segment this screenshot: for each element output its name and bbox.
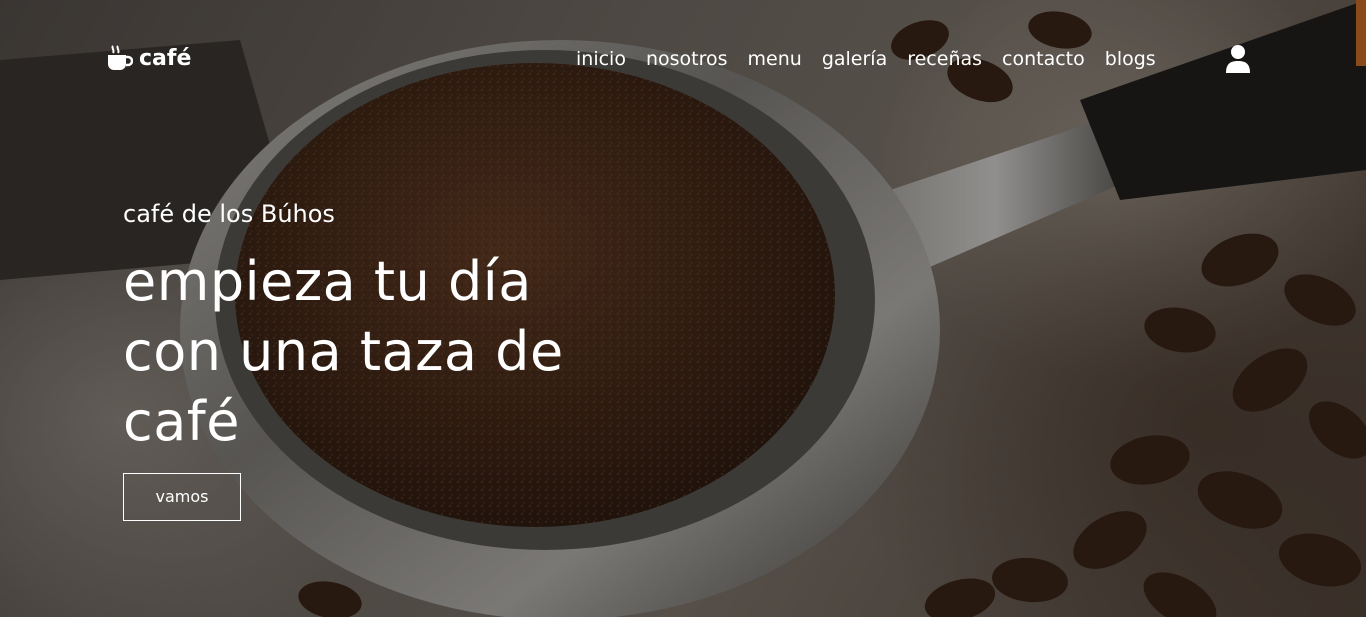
nav-item-contacto[interactable]: contacto [992, 46, 1095, 72]
nav-item-nosotros[interactable]: nosotros [636, 46, 738, 72]
coffee-cup-icon [108, 45, 133, 70]
hero-headline-line-1: empieza tu día [123, 250, 532, 313]
vamos-button[interactable]: vamos [123, 473, 241, 521]
nav-item-galeria[interactable]: galería [812, 46, 897, 72]
hero-content: café de los Búhos empieza tu día con una… [123, 197, 683, 521]
hero-headline-line-3: café [123, 390, 241, 453]
brand-logo[interactable]: café [107, 44, 191, 72]
nav-item-blogs[interactable]: blogs [1095, 46, 1166, 72]
brand-name: café [139, 45, 192, 71]
nav-item-recenas[interactable]: receñas [897, 46, 992, 72]
hero-headline: empieza tu día con una taza de café [123, 247, 683, 457]
hero-headline-line-2: con una taza de [123, 320, 564, 383]
nav-item-menu[interactable]: menu [738, 46, 812, 72]
navbar: café inicio nosotros menu galería receña… [0, 0, 1366, 118]
main-nav: inicio nosotros menu galería receñas con… [566, 46, 1166, 72]
hero-section: café inicio nosotros menu galería receña… [0, 0, 1366, 617]
hero-subtitle: café de los Búhos [123, 200, 335, 228]
user-icon[interactable] [1224, 44, 1252, 74]
nav-item-inicio[interactable]: inicio [566, 46, 636, 72]
